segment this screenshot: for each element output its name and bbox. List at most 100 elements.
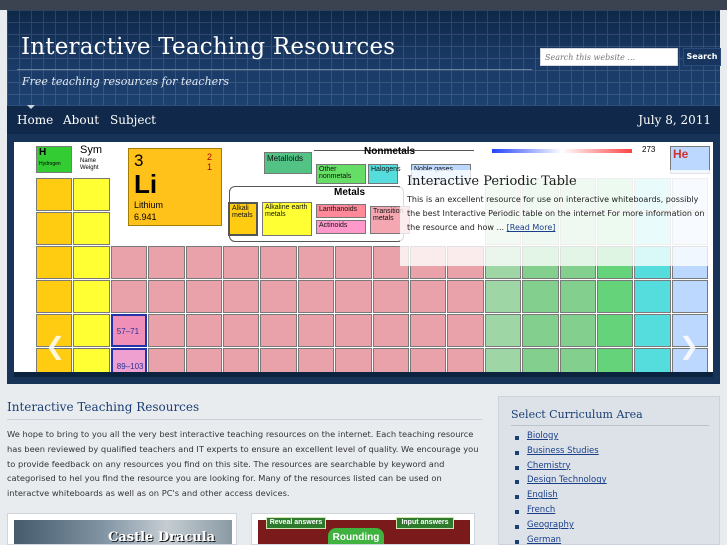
element-tile (484, 348, 522, 372)
element-tile (634, 314, 671, 347)
legend-element: 3 Li Lithium 6.941 2 1 (128, 148, 222, 226)
legend-shell-1: 1 (207, 162, 213, 172)
curriculum-item-german[interactable]: German (513, 535, 607, 545)
element-tile (484, 314, 522, 347)
nav-subject[interactable]: Subject (110, 113, 156, 127)
element-h-symbol: H (39, 147, 47, 158)
legend-symbol: Li (134, 169, 158, 199)
legend-number: 3 (134, 151, 144, 170)
thumbnail-castle-caption: Castle Dracula (108, 530, 216, 545)
element-tile (223, 280, 260, 313)
element-tile (260, 280, 297, 313)
element-tile (297, 246, 335, 279)
thumbnail-reveal-answers: Reveal answers (266, 517, 326, 529)
element-tile (260, 348, 297, 372)
element-tile (110, 246, 148, 279)
main-content: Interactive Teaching Resources We hope t… (0, 392, 488, 545)
element-tile (559, 314, 596, 347)
element-tile (148, 314, 185, 347)
sidebar-title: Select Curriculum Area (511, 408, 643, 421)
element-tile (597, 280, 634, 313)
element-tile (522, 314, 559, 347)
top-strip (0, 0, 727, 10)
category-halogens: Halogens (368, 164, 401, 184)
element-tile (223, 246, 260, 279)
resource-thumbnail-castle[interactable]: Castle Dracula (7, 513, 237, 545)
read-more-link[interactable]: [Read More] (507, 223, 556, 232)
element-tile (223, 348, 260, 372)
search-input[interactable] (540, 48, 678, 66)
category-nonmetals: Nonmetals (364, 146, 416, 157)
element-tile (73, 314, 110, 347)
temperature-slider[interactable] (492, 149, 632, 153)
site-header: Interactive Teaching Resources Free teac… (7, 10, 721, 105)
element-tile (335, 246, 372, 279)
element-tile (73, 246, 110, 279)
element-tile (559, 280, 596, 313)
element-he-symbol: He (673, 147, 689, 161)
element-tile (36, 178, 73, 211)
element-tile (634, 280, 671, 313)
element-tile (185, 246, 222, 279)
element-tile (185, 314, 222, 347)
curriculum-item-french[interactable]: French (513, 505, 607, 520)
legend-name: Lithium (134, 200, 164, 210)
element-tile (36, 246, 73, 279)
nav-home[interactable]: Home (17, 113, 53, 127)
element-tile (372, 280, 409, 313)
element-tile (260, 246, 297, 279)
slide-title[interactable]: Interactive Periodic Table (407, 174, 577, 189)
slide-periodic-table[interactable]: 3 Li Lithium 6.941 2 1 H Hydrogen Sym Na… (14, 142, 713, 372)
content-divider (7, 419, 482, 420)
element-tile (447, 348, 484, 372)
nav-active-indicator (27, 105, 35, 109)
element-tile (148, 280, 185, 313)
category-metalloids: Metalloids (264, 152, 312, 174)
thumbnail-input-answers: Input answers (396, 517, 454, 529)
curriculum-item-biology[interactable]: Biology (513, 431, 607, 446)
curriculum-item-design-technology[interactable]: Design Technology (513, 475, 607, 490)
element-tile (447, 314, 484, 347)
element-tile (223, 314, 260, 347)
element-tile (522, 348, 559, 372)
slider-next-arrow[interactable]: ❯ (675, 334, 703, 359)
main-nav: Home About Subject July 8, 2011 (7, 105, 720, 134)
element-tile (372, 348, 409, 372)
resource-thumbnail-rounding[interactable]: Reveal answers Input answers Rounding (251, 513, 475, 545)
curriculum-item-geography[interactable]: Geography (513, 520, 607, 535)
lanthanide-range-label: 57–71 (116, 327, 140, 336)
curriculum-item-business-studies[interactable]: Business Studies (513, 446, 607, 461)
category-metals: Metals (334, 187, 366, 198)
legend-shell-2: 2 (207, 152, 213, 162)
element-tile (110, 280, 148, 313)
element-tile (559, 348, 596, 372)
thumbnail-rounding-label: Rounding (328, 528, 384, 544)
curriculum-list: Biology Business Studies Chemistry Desig… (513, 431, 607, 545)
element-h: H Hydrogen (36, 146, 72, 173)
curriculum-item-english[interactable]: English (513, 490, 607, 505)
key-weight: Weight (80, 165, 99, 171)
site-tagline: Free teaching resources for teachers (22, 75, 230, 88)
slider-prev-arrow[interactable]: ❮ (41, 334, 69, 359)
element-tile (410, 280, 447, 313)
curriculum-sidebar: Select Curriculum Area Biology Business … (498, 396, 720, 545)
category-other-nonmetals: Other nonmetals (316, 164, 366, 184)
element-tile (297, 348, 335, 372)
curriculum-item-chemistry[interactable]: Chemistry (513, 461, 607, 476)
featured-slider: 3 Li Lithium 6.941 2 1 H Hydrogen Sym Na… (7, 134, 720, 384)
slide-description-text: This is an excellent resource for use on… (407, 195, 705, 232)
search-button[interactable]: Search (683, 48, 721, 66)
element-tile (73, 212, 110, 245)
content-intro: We hope to bring to you all the very bes… (7, 429, 479, 499)
current-date: July 8, 2011 (638, 113, 711, 127)
header-divider (17, 69, 532, 70)
content-title: Interactive Teaching Resources (7, 400, 200, 414)
element-tile (410, 314, 447, 347)
key-sym: Sym (80, 144, 102, 156)
legend-mass: 6.941 (134, 212, 157, 222)
key-name: Name (80, 158, 97, 164)
site-title[interactable]: Interactive Teaching Resources (21, 34, 395, 60)
nav-about[interactable]: About (63, 113, 99, 127)
element-tile (671, 280, 709, 313)
element-tile (335, 280, 372, 313)
